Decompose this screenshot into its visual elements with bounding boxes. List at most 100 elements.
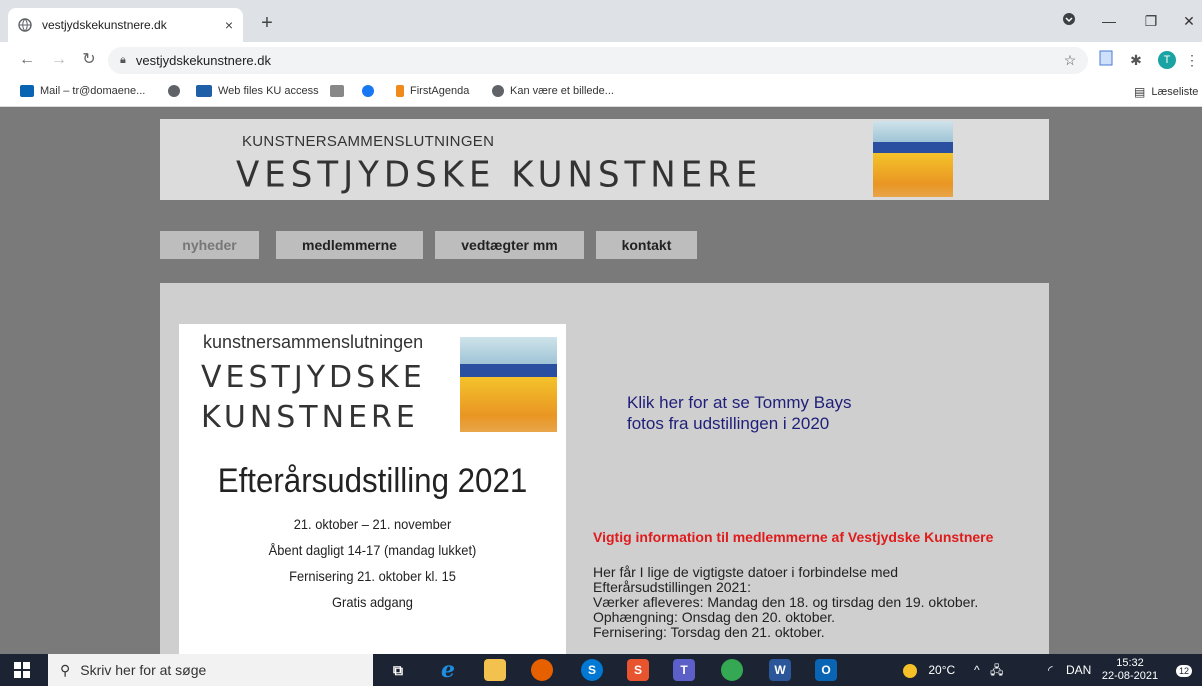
poster-painting bbox=[460, 337, 557, 432]
firstagenda-icon bbox=[396, 85, 404, 97]
notification-count: 12 bbox=[1176, 665, 1193, 677]
globe-icon bbox=[18, 18, 32, 32]
globe-icon bbox=[492, 85, 504, 97]
reload-icon[interactable]: ↻ bbox=[78, 49, 100, 71]
url-text: vestjydskekunstnere.dk bbox=[135, 53, 271, 68]
new-tab-button[interactable]: + bbox=[254, 10, 280, 36]
windows-start-icon[interactable] bbox=[14, 662, 30, 678]
back-icon[interactable]: ← bbox=[16, 49, 38, 71]
chrome-icon[interactable] bbox=[721, 659, 743, 681]
task-view-icon[interactable]: ⧉ bbox=[387, 659, 409, 681]
restore-icon[interactable]: ❐ bbox=[1138, 10, 1164, 32]
tab-title: vestjydskekunstnere.dk bbox=[42, 18, 167, 32]
nav-item-kontakt[interactable]: kontakt bbox=[596, 231, 697, 259]
skype-icon[interactable]: S bbox=[581, 659, 603, 681]
poster-title-line2: KUNSTNERE bbox=[201, 400, 419, 435]
outlook-icon[interactable]: O bbox=[815, 659, 837, 681]
search-icon: ⚲ bbox=[60, 661, 71, 678]
clock-date: 22-08-2021 bbox=[1101, 670, 1159, 682]
chrome-menu-icon[interactable] bbox=[1056, 10, 1082, 32]
close-window-icon[interactable]: ✕ bbox=[1176, 10, 1202, 32]
important-info-text: Her får I lige de vigtigste datoer i for… bbox=[593, 565, 978, 640]
show-hidden-icons-icon[interactable]: ^ bbox=[974, 654, 980, 686]
minimize-icon[interactable]: — bbox=[1096, 10, 1122, 32]
info-line: Her får I lige de vigtigste datoer i for… bbox=[593, 564, 899, 580]
notification-center-icon[interactable]: 12 bbox=[1176, 654, 1193, 686]
bookmark-label: Web files KU access bbox=[218, 85, 319, 97]
reading-list-icon: ▤ bbox=[1134, 85, 1146, 99]
poster-exhibition-title: Efterårsudstilling 2021 bbox=[217, 462, 528, 500]
weather-temp: 20°C bbox=[928, 663, 956, 677]
chrome-kebab-menu-icon[interactable]: ⋮ bbox=[1182, 50, 1202, 70]
bookmark-label: Kan være et billede... bbox=[510, 85, 614, 97]
extensions-puzzle-icon[interactable]: ✱ bbox=[1126, 50, 1146, 70]
outlook-icon bbox=[20, 85, 34, 97]
photos-link-line2: fotos fra udstillingen i 2020 bbox=[627, 414, 830, 433]
main-content: kunstnersammenslutningen VESTJYDSKE KUNS… bbox=[160, 283, 1049, 654]
reading-list-label: Læseliste bbox=[1151, 86, 1199, 98]
wifi-icon[interactable]: ◜ bbox=[1048, 654, 1053, 686]
info-line: Efterårsudstillingen 2021: bbox=[593, 579, 751, 595]
teams-icon[interactable]: T bbox=[673, 659, 695, 681]
bookmark-globe[interactable] bbox=[168, 85, 186, 97]
bookmark-building[interactable] bbox=[330, 85, 350, 97]
site-banner: KUNSTNERSAMMENSLUTNINGEN VESTJYDSKE KUNS… bbox=[160, 119, 1049, 200]
taskbar-clock[interactable]: 15:32 22-08-2021 bbox=[1100, 657, 1160, 683]
poster-admission: Gratis adgang bbox=[332, 594, 413, 610]
bookmark-web-files[interactable]: Web files KU access bbox=[196, 85, 319, 97]
bookmarks-bar: Mail – tr@domaene... Web files KU access… bbox=[0, 78, 1202, 107]
info-line: Fernisering: Torsdag den 21. oktober. bbox=[593, 624, 825, 640]
nav-item-medlemmerne[interactable]: medlemmerne bbox=[276, 231, 423, 259]
bookmark-mail[interactable]: Mail – tr@domaene... bbox=[20, 85, 145, 97]
nav-item-nyheder[interactable]: nyheder bbox=[160, 231, 259, 259]
file-explorer-icon[interactable] bbox=[484, 659, 506, 681]
globe-icon bbox=[168, 85, 180, 97]
bookmark-star-icon[interactable]: ☆ bbox=[1060, 50, 1080, 70]
network-icon[interactable]: 🖧︎ bbox=[990, 654, 1003, 686]
poster-subtitle: kunstnersammenslutningen bbox=[203, 332, 424, 352]
web-files-icon bbox=[196, 85, 212, 97]
facebook-icon bbox=[362, 85, 374, 97]
address-bar[interactable]: 🔒︎ vestjydskekunstnere.dk bbox=[108, 47, 1088, 74]
poster-dates: 21. oktober – 21. november bbox=[293, 516, 452, 532]
forward-icon[interactable]: → bbox=[48, 49, 70, 71]
exhibition-poster[interactable]: kunstnersammenslutningen VESTJYDSKE KUNS… bbox=[179, 324, 566, 654]
photos-link-line1: Klik her for at se Tommy Bays bbox=[627, 393, 852, 412]
windows-taskbar: ⚲ Skriv her for at søge ⧉ e S S T W O 20… bbox=[0, 654, 1202, 686]
word-icon[interactable]: W bbox=[769, 659, 791, 681]
browser-toolbar: ← → ↻ 🔒︎ vestjydskekunstnere.dk ☆ ✱ T ⋮ bbox=[0, 42, 1202, 78]
internet-explorer-icon[interactable]: e bbox=[437, 659, 459, 681]
skype-business-icon[interactable]: S bbox=[627, 659, 649, 681]
banner-painting bbox=[873, 121, 953, 197]
web-page: KUNSTNERSAMMENSLUTNINGEN VESTJYDSKE KUNS… bbox=[0, 108, 1202, 654]
language-indicator[interactable]: DAN bbox=[1066, 654, 1091, 686]
search-placeholder: Skriv her for at søge bbox=[80, 662, 207, 678]
tab-close-icon[interactable]: × bbox=[225, 17, 233, 33]
bookmark-facebook[interactable] bbox=[362, 85, 380, 97]
browser-tab-strip: vestjydskekunstnere.dk × + — ❐ ✕ bbox=[0, 0, 1202, 42]
browser-tab[interactable]: vestjydskekunstnere.dk × bbox=[8, 8, 243, 42]
weather-widget[interactable]: 20°C bbox=[903, 654, 955, 686]
bookmark-label: Mail – tr@domaene... bbox=[40, 85, 146, 97]
profile-avatar[interactable]: T bbox=[1158, 51, 1176, 69]
poster-title-line1: VESTJYDSKE bbox=[201, 360, 426, 395]
bookmark-label: FirstAgenda bbox=[410, 85, 470, 97]
nav-item-vedtaegter[interactable]: vedtægter mm bbox=[435, 231, 584, 259]
sun-icon bbox=[903, 663, 917, 678]
document-extension-icon[interactable] bbox=[1096, 50, 1116, 70]
bookmark-firstagenda[interactable]: FirstAgenda bbox=[396, 85, 469, 97]
info-line: Værker afleveres: Mandag den 18. og tirs… bbox=[593, 594, 979, 610]
building-icon bbox=[330, 85, 344, 97]
bookmark-kan-vaere[interactable]: Kan være et billede... bbox=[492, 85, 614, 97]
reading-list-button[interactable]: ▤ Læseliste bbox=[1134, 85, 1198, 99]
poster-vernissage: Fernisering 21. oktober kl. 15 bbox=[289, 568, 456, 584]
taskbar-search-input[interactable]: ⚲ Skriv her for at søge bbox=[48, 654, 373, 686]
clock-time: 15:32 bbox=[1116, 657, 1144, 669]
poster-hours: Åbent dagligt 14-17 (mandag lukket) bbox=[268, 542, 477, 558]
banner-title: VESTJYDSKE KUNSTNERE bbox=[236, 154, 763, 196]
info-line: Ophængning: Onsdag den 20. oktober. bbox=[593, 609, 836, 625]
important-info-heading: Vigtig information til medlemmerne af Ve… bbox=[593, 529, 994, 545]
photos-link[interactable]: Klik her for at se Tommy Bays fotos fra … bbox=[627, 392, 852, 434]
firefox-icon[interactable] bbox=[531, 659, 553, 681]
banner-subtitle: KUNSTNERSAMMENSLUTNINGEN bbox=[242, 133, 495, 150]
